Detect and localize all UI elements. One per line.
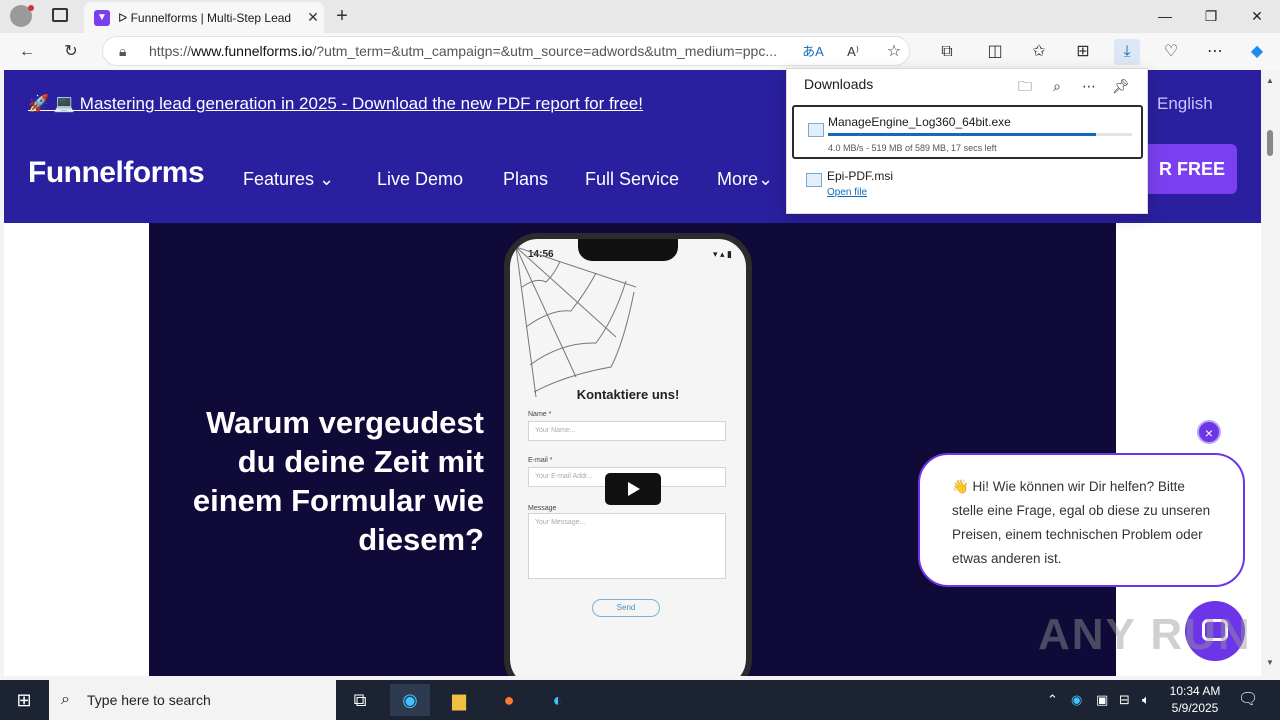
msi-file-icon (806, 173, 822, 187)
url-path: /?utm_term=&utm_campaign=&utm_source=adw… (312, 43, 777, 59)
back-arrow-icon[interactable]: ← (14, 39, 40, 65)
download-progress-bar (828, 133, 1132, 136)
open-folder-icon[interactable]: 🗀 (1014, 75, 1036, 97)
search-placeholder: Type here to search (87, 692, 211, 708)
search-icon[interactable]: ⌕ (1046, 75, 1068, 97)
copilot-icon[interactable]: ◆ (1244, 39, 1270, 65)
download-status: 4.0 MB/s - 519 MB of 589 MB, 17 secs lef… (828, 143, 997, 153)
scroll-down-icon[interactable]: ▼ (1266, 658, 1274, 667)
tab-close-icon[interactable]: ✕ (302, 9, 324, 26)
url-domain: www.funnelforms.io (191, 43, 313, 59)
close-window-button[interactable]: ✕ (1234, 0, 1280, 33)
settings-more-icon[interactable]: ⋯ (1202, 39, 1228, 65)
nav-features[interactable]: Features ⌄ (243, 169, 334, 190)
form-title: Kontaktiere uns! (576, 387, 680, 402)
file-explorer-icon[interactable]: ▆ (439, 684, 479, 716)
split-screen-icon[interactable]: ◫ (982, 39, 1008, 65)
hero-video[interactable]: Warum vergeudest du deine Zeit mit einem… (149, 223, 1116, 676)
favorites-icon[interactable]: ✩ (1026, 39, 1052, 65)
notifications-icon[interactable]: 🗨︎ (1238, 680, 1258, 720)
nav-plans[interactable]: Plans (503, 169, 548, 190)
refresh-icon[interactable]: ↻ (58, 39, 84, 65)
downloads-panel: Downloads 🗀 ⌕ ⋯ 📌︎ ManageEngine_Log360_6… (786, 68, 1148, 214)
more-options-icon[interactable]: ⋯ (1078, 75, 1100, 97)
nav-full-service[interactable]: Full Service (585, 169, 679, 190)
browser-essentials-icon[interactable]: ♡ (1158, 39, 1184, 65)
downloads-title: Downloads (804, 76, 874, 92)
profile-alert-dot (28, 5, 34, 11)
maximize-button[interactable]: ❐ (1188, 0, 1234, 33)
phone-mockup: 14:56 ▾ ▴ ▮ Kontaktiere uns! Name * Your… (504, 233, 752, 676)
edge-taskbar-icon[interactable]: ◉ (390, 684, 430, 716)
active-tab[interactable]: ▼ ᐅ Funnelforms | Multi-Step Lead ✕ (84, 2, 324, 33)
name-input: Your Name... (528, 421, 726, 441)
windows-start-icon[interactable]: ⊞ (4, 684, 44, 716)
send-button: Send (592, 599, 660, 617)
network-icon[interactable]: ⊟ (1119, 680, 1130, 720)
chat-message-bubble[interactable]: 👋 Hi! Wie können wir Dir helfen? Bitte s… (918, 453, 1245, 587)
url-prefix: https:// (149, 43, 192, 59)
cobweb-icon (516, 247, 636, 397)
lock-icon[interactable]: 🔒︎ (119, 37, 126, 65)
download-progress-fill (828, 133, 1096, 136)
announcement-link[interactable]: 🚀 💻 Mastering lead generation in 2025 - … (28, 94, 643, 114)
favorite-star-icon[interactable]: ☆ (881, 39, 907, 65)
scroll-up-icon[interactable]: ▲ (1266, 76, 1274, 85)
read-aloud-icon[interactable]: A⁾ (840, 39, 866, 65)
email-label: E-mail * (528, 457, 553, 464)
pin-icon[interactable]: 📌︎ (1110, 75, 1132, 97)
search-icon: ⌕ (61, 691, 70, 708)
tray-device-icon[interactable]: ▣ (1096, 680, 1108, 720)
translate-icon[interactable]: あA (800, 39, 826, 65)
collections-icon[interactable]: ⊞ (1070, 39, 1096, 65)
clock-date: 5/9/2025 (1171, 701, 1219, 715)
phone-status-icons: ▾ ▴ ▮ (713, 249, 732, 259)
tray-edge-icon[interactable]: ◉ (1071, 680, 1082, 720)
chat-close-button[interactable]: × (1197, 420, 1221, 444)
anyrun-watermark: ANY RUN (1038, 610, 1252, 659)
tab-actions-icon[interactable] (52, 8, 68, 22)
edge-dev-icon[interactable]: ◐ (538, 684, 578, 716)
tab-title: ᐅ Funnelforms | Multi-Step Lead (118, 10, 292, 25)
title-bar: ▼ ᐅ Funnelforms | Multi-Step Lead ✕ + — … (0, 0, 1280, 33)
download-filename-2: Epi-PDF.msi (827, 169, 894, 183)
play-button[interactable] (605, 473, 661, 505)
tray-chevron-icon[interactable]: ⌃ (1047, 680, 1058, 720)
play-icon (628, 482, 640, 496)
volume-icon[interactable]: 🔈︎ (1142, 680, 1150, 720)
downloads-icon[interactable]: ⤓ (1114, 39, 1140, 65)
scroll-thumb[interactable] (1267, 130, 1273, 156)
clock-time: 10:34 AM (1169, 684, 1221, 698)
minimize-button[interactable]: — (1142, 0, 1188, 33)
open-file-link[interactable]: Open file (827, 187, 867, 198)
system-clock[interactable]: 10:34 AM 5/9/2025 (1160, 683, 1230, 717)
new-tab-button[interactable]: + (330, 4, 354, 28)
language-selector[interactable]: English (1157, 94, 1213, 114)
address-bar[interactable]: 🔒︎ https://www.funnelforms.io/?utm_term=… (102, 36, 910, 66)
firefox-icon[interactable]: ● (489, 684, 529, 716)
page-scrollbar[interactable]: ▲ ▼ (1261, 70, 1280, 676)
message-label: Message (528, 505, 557, 512)
download-item[interactable]: ManageEngine_Log360_64bit.exe 4.0 MB/s -… (792, 105, 1143, 159)
task-view-icon[interactable]: ⧉ (340, 684, 380, 716)
message-input: Your Message... (528, 513, 726, 579)
name-label: Name * (528, 411, 552, 418)
taskbar: ⊞ ⌕ Type here to search ⧉ ◉ ▆ ● ◐ ⌃ ◉ ▣ … (0, 680, 1280, 720)
nav-live-demo[interactable]: Live Demo (377, 169, 463, 190)
nav-more[interactable]: More⌄ (717, 169, 773, 190)
navigation-bar: ← ↻ 🔒︎ https://www.funnelforms.io/?utm_t… (0, 33, 1280, 70)
extensions-icon[interactable]: ⧉ (934, 39, 960, 65)
funnelforms-logo[interactable]: Funnelforms (28, 156, 205, 190)
exe-file-icon (808, 123, 824, 137)
download-filename: ManageEngine_Log360_64bit.exe (828, 115, 1011, 129)
hero-headline: Warum vergeudest du deine Zeit mit einem… (192, 405, 484, 557)
funnelforms-favicon-icon: ▼ (94, 9, 110, 26)
taskbar-search[interactable]: ⌕ Type here to search (49, 680, 336, 720)
